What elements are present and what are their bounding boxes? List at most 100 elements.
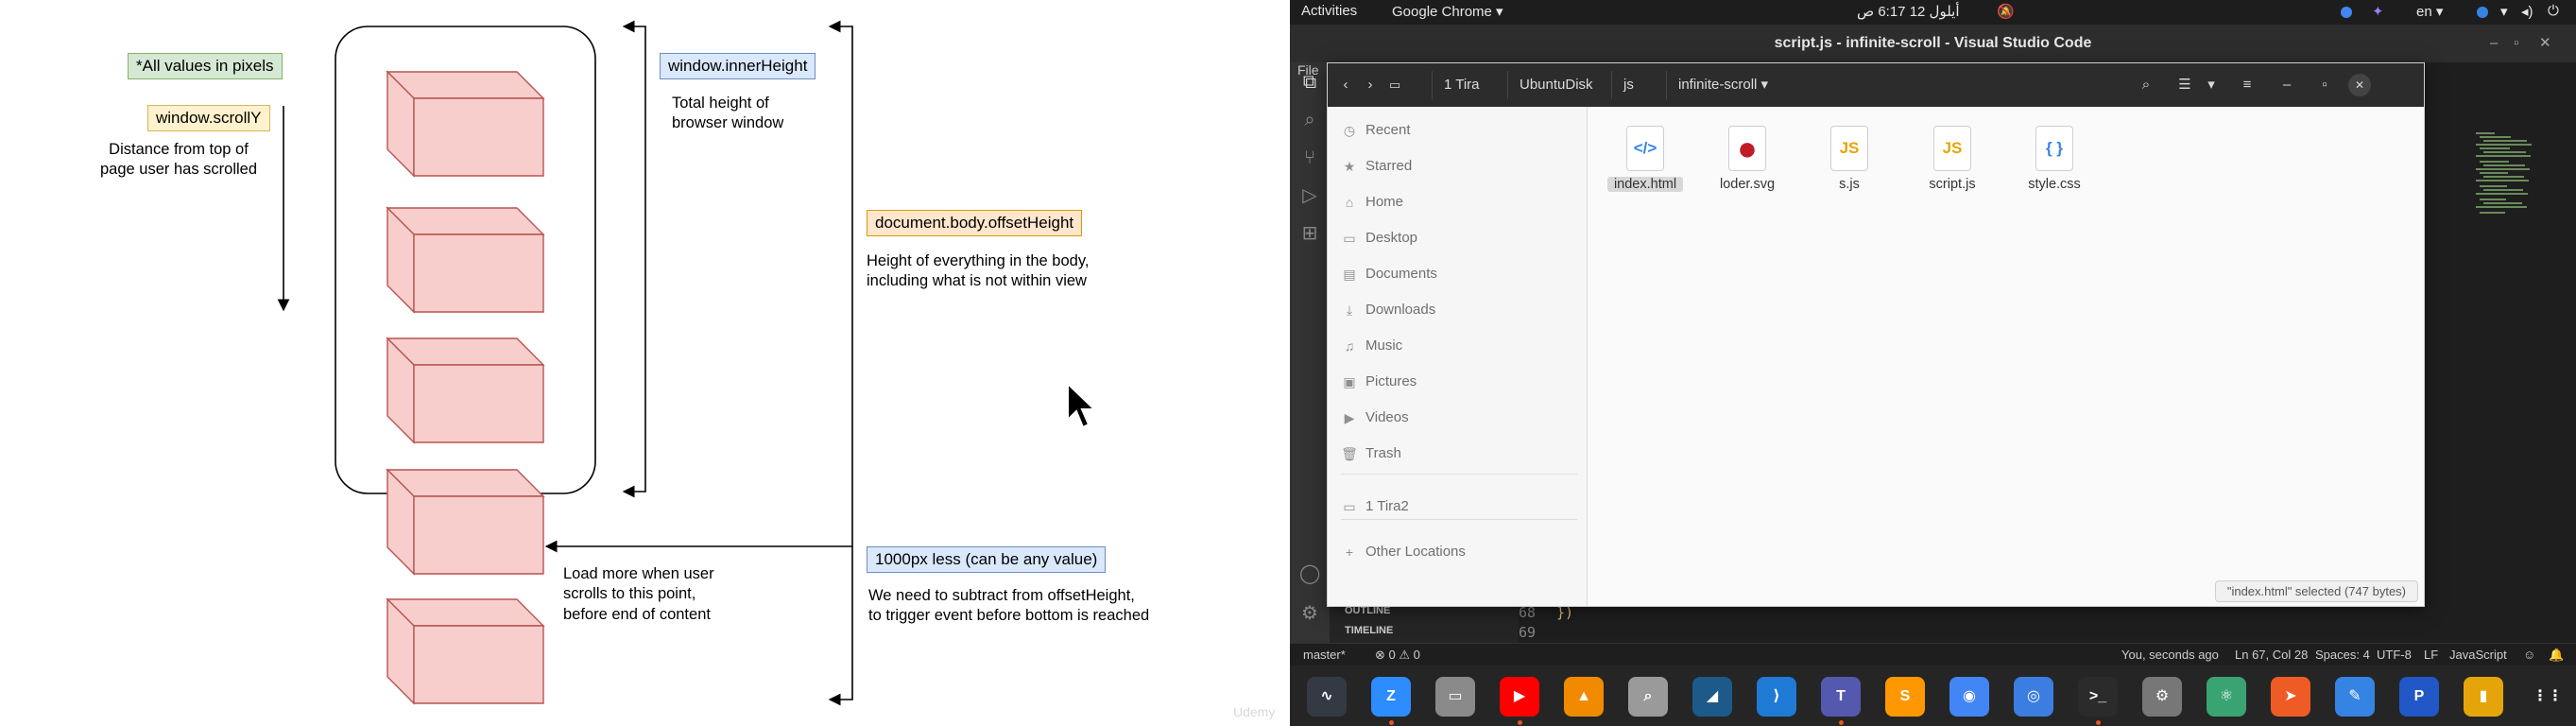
file-type-icon: JS bbox=[1830, 126, 1868, 171]
breadcrumb-item[interactable]: UbuntuDisk bbox=[1507, 71, 1605, 99]
content-box bbox=[386, 206, 545, 314]
vscode-minimize-button[interactable]: – bbox=[2490, 25, 2498, 62]
files-minimize-button[interactable]: – bbox=[2273, 71, 2301, 99]
settings-icon[interactable]: ⚙ bbox=[2142, 677, 2182, 717]
indent-status[interactable]: Spaces: 4 bbox=[2315, 648, 2370, 662]
run-debug-icon[interactable]: ▷ bbox=[1299, 185, 1320, 206]
file-name: index.html bbox=[1607, 177, 1683, 192]
activities-button[interactable]: Activities bbox=[1301, 3, 1357, 19]
problems-status[interactable]: ⊗ 0 ⚠ 0 bbox=[1375, 648, 1420, 663]
breadcrumb-item[interactable]: infinite-scroll ▾ bbox=[1666, 71, 1779, 99]
network-icon[interactable]: ▾ bbox=[2500, 3, 2508, 20]
editor-minimap[interactable] bbox=[2476, 132, 2551, 274]
eol-status[interactable]: LF bbox=[2424, 648, 2438, 662]
feedback-icon[interactable]: ☺ bbox=[2523, 648, 2535, 662]
star-icon: ★ bbox=[1343, 159, 1356, 174]
sidebar-item-home[interactable]: ⌂ Home bbox=[1328, 184, 1588, 220]
files-search-icon[interactable]: ⌕ bbox=[2127, 71, 2165, 99]
sidebar-item-videos[interactable]: ▶ Videos bbox=[1328, 400, 1588, 436]
view-options-chevron-icon[interactable]: ▾ bbox=[2199, 71, 2224, 99]
file-item[interactable]: JS s.js bbox=[1812, 126, 1887, 211]
forward-button[interactable]: › bbox=[1358, 71, 1382, 99]
file-item[interactable]: JS script.js bbox=[1915, 126, 1990, 211]
files-close-button[interactable]: ✕ bbox=[2348, 74, 2371, 96]
breadcrumb-item[interactable]: 1 Tira bbox=[1432, 71, 1491, 99]
file-item[interactable]: { } style.css bbox=[2017, 126, 2092, 211]
volume-icon[interactable]: ◂) bbox=[2521, 3, 2533, 20]
search-icon[interactable]: ⌕ bbox=[1299, 110, 1320, 130]
sidebar-item-recent[interactable]: ◷ Recent bbox=[1328, 112, 1588, 148]
vscode-maximize-button[interactable]: ▫ bbox=[2514, 25, 2518, 62]
language-status[interactable]: JavaScript bbox=[2449, 648, 2507, 662]
timeline-section[interactable]: TIMELINE bbox=[1345, 625, 1393, 636]
file-name: s.js bbox=[1839, 177, 1860, 192]
zoom-icon[interactable]: Z bbox=[1371, 677, 1411, 717]
less-label: 1000px less (can be any value) bbox=[867, 546, 1107, 574]
sidebar-item-label: Recent bbox=[1365, 122, 1411, 138]
chromium-icon[interactable]: ◎ bbox=[2014, 677, 2053, 717]
file-type-icon: ● bbox=[1728, 126, 1766, 171]
postman-icon[interactable]: ➤ bbox=[2271, 677, 2310, 717]
archive-icon[interactable]: ▮ bbox=[2464, 677, 2503, 717]
branch-status[interactable]: master* bbox=[1303, 648, 1346, 662]
files-maximize-button[interactable]: ▫ bbox=[2310, 71, 2339, 99]
downloads-icon: ⤓ bbox=[1346, 302, 1353, 318]
file-type-icon: { } bbox=[2035, 126, 2073, 171]
sidebar-item-pictures[interactable]: ▣ Pictures bbox=[1328, 364, 1588, 400]
chrome-icon[interactable]: ◉ bbox=[1949, 677, 1989, 717]
sidebar-divider bbox=[1341, 474, 1577, 475]
file-item[interactable]: </> index.html bbox=[1607, 126, 1683, 211]
cursor-position-status[interactable]: Ln 67, Col 28 bbox=[2235, 648, 2308, 662]
view-list-icon[interactable]: ☰ bbox=[2171, 71, 2199, 99]
power-icon[interactable]: ⏻ bbox=[2548, 3, 2559, 19]
sidebar-item-music[interactable]: ♫ Music bbox=[1328, 328, 1588, 364]
sidebar-item-label: Home bbox=[1365, 194, 1404, 210]
sidebar-item-trash[interactable]: 🗑 Trash bbox=[1328, 436, 1588, 472]
files-menu-icon[interactable]: ≡ bbox=[2233, 71, 2261, 99]
image-viewer-icon[interactable]: ⌕ bbox=[1628, 677, 1668, 717]
pycharm-icon[interactable]: P bbox=[2399, 677, 2439, 717]
file-item[interactable]: ● loder.svg bbox=[1709, 126, 1785, 211]
running-indicator bbox=[1839, 720, 1844, 725]
file-name: loder.svg bbox=[1719, 177, 1776, 192]
language-selector[interactable]: en ▾ bbox=[2416, 3, 2443, 20]
youtube-icon[interactable]: ▶ bbox=[1500, 677, 1539, 717]
wireshark-icon[interactable]: ◢ bbox=[1692, 677, 1732, 717]
app-grid-icon[interactable]: ⋮⋮ bbox=[2528, 677, 2567, 717]
teams-icon[interactable]: T bbox=[1821, 677, 1861, 717]
system-monitor-icon[interactable]: ∿ bbox=[1307, 677, 1347, 717]
extensions-icon[interactable]: ⊞ bbox=[1299, 223, 1320, 244]
files-window: ‹ › ▭ 1 Tira UbuntuDisk js infinite-scroll … bbox=[1327, 62, 2425, 607]
vscode-icon[interactable]: ⟩ bbox=[1757, 677, 1796, 717]
breadcrumb-item[interactable]: js bbox=[1611, 71, 1645, 99]
sidebar-item-starred[interactable]: ★ Starred bbox=[1328, 148, 1588, 184]
vlc-icon[interactable]: ▲ bbox=[1564, 677, 1604, 717]
text-editor-icon[interactable]: ✎ bbox=[2335, 677, 2375, 717]
app-menu[interactable]: Google Chrome ▾ bbox=[1392, 3, 1503, 20]
file-type-icon: JS bbox=[1933, 126, 1971, 171]
back-button[interactable]: ‹ bbox=[1333, 71, 1358, 99]
vscode-file-menu[interactable]: File bbox=[1290, 62, 1328, 81]
vscode-close-button[interactable]: ✕ bbox=[2539, 25, 2551, 62]
source-control-icon[interactable]: ⑂ bbox=[1299, 147, 1320, 168]
sidebar-item-desktop[interactable]: ▭ Desktop bbox=[1328, 220, 1588, 256]
atom-icon[interactable]: ⚛ bbox=[2207, 677, 2246, 717]
sidebar-item-other-locations[interactable]: + Other Locations bbox=[1328, 534, 1588, 570]
manage-gear-icon[interactable]: ⚙ bbox=[1299, 603, 1320, 624]
sublime-icon[interactable]: S bbox=[1885, 677, 1925, 717]
encoding-status[interactable]: UTF-8 bbox=[2377, 648, 2412, 662]
clock[interactable]: أيلول 12 6:17 ص bbox=[1857, 3, 1960, 20]
terminal-icon[interactable]: >_ bbox=[2078, 677, 2118, 717]
drive-icon-button[interactable]: ▭ bbox=[1382, 71, 1407, 99]
running-indicator bbox=[2096, 720, 2101, 725]
sidebar-item-label: Documents bbox=[1365, 266, 1437, 282]
chrome-tray-icon[interactable] bbox=[2341, 7, 2352, 18]
account-icon[interactable]: ◯ bbox=[1299, 563, 1320, 584]
files-icon[interactable]: ▭ bbox=[1435, 677, 1475, 717]
teams-tray-icon[interactable]: ✦ bbox=[2372, 3, 2384, 20]
bell-icon[interactable]: 🔔 bbox=[2549, 648, 2564, 663]
sidebar-item-downloads[interactable]: ⤓ Downloads bbox=[1328, 292, 1588, 328]
sidebar-item-documents[interactable]: ▤ Documents bbox=[1328, 256, 1588, 292]
git-blame-status[interactable]: You, seconds ago bbox=[2121, 648, 2219, 662]
dropbox-tray-icon[interactable] bbox=[2477, 7, 2488, 18]
